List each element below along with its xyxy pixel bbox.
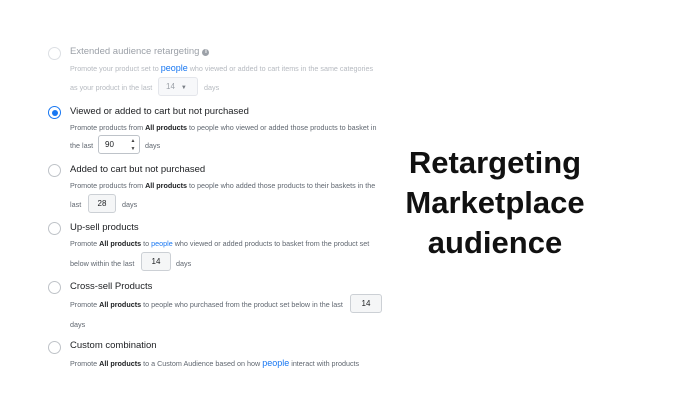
option-title: Added to cart but not purchased [70,164,206,175]
desc-text: to people who purchased from the product… [141,300,343,309]
desc-text: to [141,239,152,248]
product-set-name: All products [99,239,142,248]
desc-text: Promote products from [70,123,146,132]
desc-text: who viewed or added to cart items in the… [187,64,374,73]
days-input[interactable]: 90 ▲ ▼ [98,135,140,154]
option-title: Up-sell products [70,222,139,233]
radio-custom-combination[interactable] [48,341,61,354]
days-value: 14 [166,82,175,91]
info-icon[interactable]: i [202,49,210,56]
headline: Retargeting Marketplace audience [395,143,595,263]
option-period-label: below within the last [70,259,135,268]
option-period-label: last [70,200,82,209]
desc-text: to a Custom Audience based on how [141,359,263,368]
days-unit: days [122,200,138,209]
option-description: Promote products from All products to pe… [70,123,376,132]
people-link[interactable]: people [151,239,173,248]
desc-text: Promote [70,239,100,248]
product-set-name: All products [99,300,142,309]
days-unit: days [176,259,192,268]
radio-viewed-or-added[interactable] [48,106,61,119]
days-value: 90 [105,140,114,149]
option-description: Promote All products to a Custom Audienc… [70,358,359,368]
option-description: Promote your product set to people who v… [70,63,373,73]
days-input[interactable]: 28 [88,194,116,213]
desc-text: Promote [70,359,100,368]
desc-text: interact with products [289,359,360,368]
headline-line: Marketplace [405,185,585,220]
headline-line: Retargeting [408,145,582,180]
desc-text: to people who added those products to th… [187,181,376,190]
radio-cross-sell[interactable] [48,281,61,294]
option-title: Viewed or added to cart but not purchase… [70,106,249,117]
people-link[interactable]: people [262,358,289,368]
product-set-name: All products [145,123,188,132]
days-input[interactable]: 14 [350,294,382,313]
desc-text: to people who viewed or added those prod… [187,123,377,132]
radio-added-to-cart[interactable] [48,164,61,177]
radio-extended-audience[interactable] [48,47,61,60]
product-set-name: All products [99,359,142,368]
option-period-label: the last [70,141,94,150]
option-title: Custom combination [70,340,157,351]
option-description: Promote All products to people who viewe… [70,239,369,248]
desc-text: who viewed or added products to basket f… [172,239,370,248]
days-input[interactable]: 14 [141,252,171,271]
stepper-arrows-icon[interactable]: ▲ ▼ [129,137,137,153]
days-unit: days [204,83,220,92]
chevron-down-icon: ▼ [180,85,187,91]
option-title: Extended audience retargeting i [70,46,210,57]
people-link[interactable]: people [161,63,188,73]
product-set-name: All products [145,181,188,190]
option-description: Promote All products to people who purch… [70,300,343,309]
option-description: Promote products from All products to pe… [70,181,375,190]
days-dropdown[interactable]: 14 ▼ [158,77,198,96]
option-title-text: Extended audience retargeting [70,46,200,57]
option-period-label: as your product in the last [70,83,153,92]
desc-text: Promote your product set to [70,64,161,73]
desc-text: Promote [70,300,100,309]
days-unit: days [145,141,161,150]
option-title: Cross-sell Products [70,281,153,292]
radio-up-sell[interactable] [48,222,61,235]
headline-line: audience [427,225,563,260]
desc-text: Promote products from [70,181,146,190]
days-unit: days [70,320,86,329]
